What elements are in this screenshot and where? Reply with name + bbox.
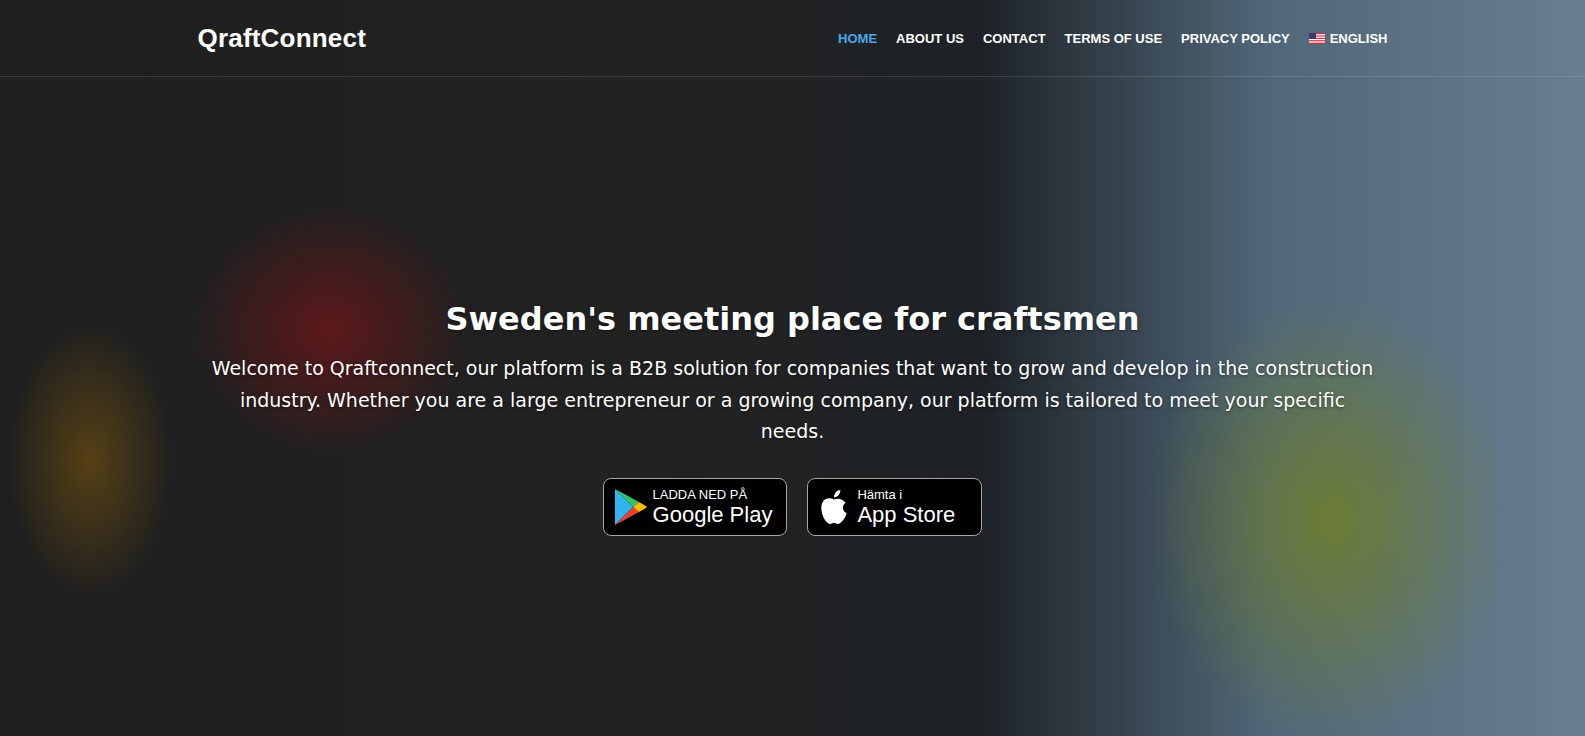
- hero-text: Welcome to Qraftconnect, our platform is…: [208, 353, 1378, 448]
- nav-item[interactable]: ABOUT US: [896, 31, 964, 46]
- nav-item[interactable]: HOME: [838, 31, 877, 46]
- google-play-icon: [613, 488, 647, 526]
- apple-icon: [817, 488, 851, 526]
- hero: Sweden's meeting place for craftsmen Wel…: [0, 77, 1585, 536]
- main-nav: HOME ABOUT US CONTACT TERMS OF USE PRIVACY P…: [838, 31, 1387, 46]
- language-switch[interactable]: ENGLISH: [1309, 31, 1388, 46]
- site-header: QraftConnect HOME ABOUT US CONTACT TERMS OF…: [0, 0, 1585, 77]
- store-buttons: LADDA NED PÅ Google Play Hämta i App Sto…: [603, 478, 983, 536]
- hero-title: Sweden's meeting place for craftsmen: [445, 299, 1139, 339]
- store-button[interactable]: LADDA NED PÅ Google Play: [603, 478, 788, 536]
- brand-logo[interactable]: QraftConnect: [198, 23, 367, 54]
- nav-item[interactable]: TERMS OF USE: [1065, 31, 1163, 46]
- store-button[interactable]: Hämta i App Store: [807, 478, 982, 536]
- hero-page: QraftConnect HOME ABOUT US CONTACT TERMS OF…: [0, 0, 1585, 736]
- nav-item[interactable]: CONTACT: [983, 31, 1046, 46]
- nav-item[interactable]: PRIVACY POLICY: [1181, 31, 1290, 46]
- us-flag-icon: [1309, 33, 1325, 44]
